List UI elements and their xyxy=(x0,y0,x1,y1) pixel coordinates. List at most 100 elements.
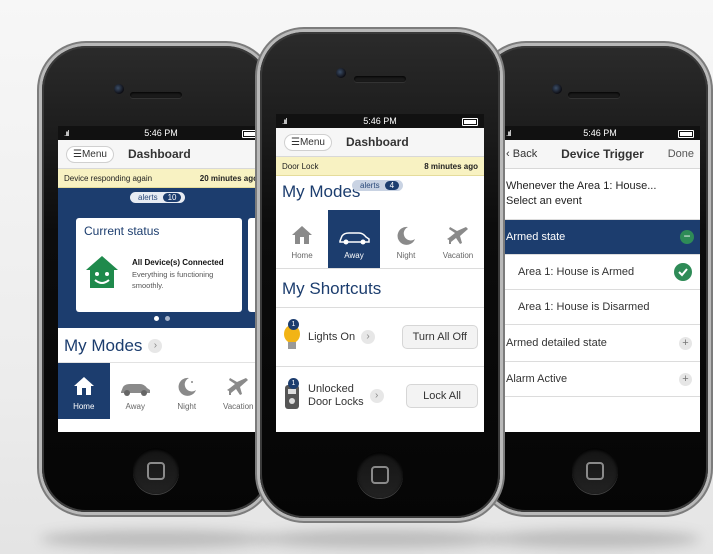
alert-time: 8 minutes ago xyxy=(424,161,478,171)
mode-home[interactable]: Home xyxy=(276,210,328,268)
alert-bar[interactable]: Device responding again 20 minutes ago xyxy=(58,169,264,188)
mode-label: Night xyxy=(396,251,416,260)
collapse-icon[interactable]: − xyxy=(680,230,694,244)
mode-night[interactable]: Night xyxy=(380,210,432,268)
home-icon xyxy=(292,226,312,244)
alerts-pill[interactable]: alerts 4 xyxy=(352,180,404,191)
alerts-pill[interactable]: alerts 10 xyxy=(130,192,186,203)
phone-center: .ııl 5:46 PM ☰Menu Dashboard Door Lock 8… xyxy=(260,32,500,518)
turn-all-off-button[interactable]: Turn All Off xyxy=(401,325,478,349)
earpiece xyxy=(354,76,406,82)
mode-label: Vacation xyxy=(442,251,474,260)
menu-label: Menu xyxy=(299,136,325,148)
menu-button[interactable]: ☰Menu xyxy=(66,145,114,163)
signal-icon: .ııl xyxy=(282,116,288,126)
home-icon xyxy=(73,377,94,395)
car-icon xyxy=(339,232,370,245)
modes-title: My Modes xyxy=(64,336,143,355)
alerts-label: alerts xyxy=(360,181,380,190)
back-label: Back xyxy=(512,148,538,160)
group-armed-detailed-state[interactable]: Armed detailed state + xyxy=(500,325,700,362)
option-label: Area 1: House is Armed xyxy=(518,266,635,278)
lock-all-button[interactable]: Lock All xyxy=(406,384,478,408)
screen-dashboard: .ııl 5:46 PM ☰Menu Dashboard Device resp… xyxy=(58,126,264,432)
mode-label: Home xyxy=(73,402,95,411)
plane-icon xyxy=(447,227,468,244)
front-camera xyxy=(552,84,562,94)
status-time: 5:46 PM xyxy=(583,128,617,138)
screen-dashboard-shortcuts: .ııl 5:46 PM ☰Menu Dashboard Door Lock 8… xyxy=(276,114,484,432)
page-title: Device Trigger xyxy=(561,147,644,161)
shortcuts-header: My Shortcuts xyxy=(276,269,484,308)
page-title: Dashboard xyxy=(345,135,409,149)
battery-icon xyxy=(678,130,694,138)
shortcut-info[interactable]: 1 Lights On › xyxy=(282,319,376,352)
chevron-right-icon: › xyxy=(369,389,384,403)
group-alarm-active[interactable]: Alarm Active + xyxy=(500,362,700,397)
plus-icon[interactable]: + xyxy=(679,336,692,350)
shortcut-badge: 1 xyxy=(288,378,299,389)
check-circle-icon xyxy=(674,263,692,281)
mode-label: Vacation xyxy=(222,402,254,411)
back-button[interactable]: ‹ Back xyxy=(506,148,537,160)
shortcut-door-locks: 1 Unlocked Door Locks › Lock All xyxy=(276,367,484,425)
home-button[interactable] xyxy=(572,448,618,494)
mode-label: Home xyxy=(291,251,313,260)
phone-shadow xyxy=(260,530,500,548)
status-time: 5:46 PM xyxy=(363,116,397,126)
shortcut-label: Unlocked Door Locks xyxy=(308,383,364,409)
modes-row: Home Away Night Vacation xyxy=(58,362,264,419)
group-label: Armed detailed state xyxy=(506,337,607,349)
group-label: Armed state xyxy=(506,231,566,243)
status-bar: .ııl 5:46 PM xyxy=(276,114,484,128)
group-label: Alarm Active xyxy=(506,373,568,385)
mode-away[interactable]: Away xyxy=(110,363,162,419)
alert-bar[interactable]: Door Lock 8 minutes ago xyxy=(276,157,484,176)
shortcut-label-line2: Door Locks xyxy=(308,396,364,408)
alerts-count: 4 xyxy=(384,181,400,190)
chevron-left-icon: ‹ xyxy=(506,148,513,160)
status-card[interactable]: Current status All Device(s) Connected E… xyxy=(76,218,242,312)
chevron-right-icon: › xyxy=(361,330,376,344)
mode-vacation[interactable]: Vacation xyxy=(213,363,265,419)
alert-message: Door Lock xyxy=(282,161,319,171)
mode-away[interactable]: Away xyxy=(328,210,380,268)
chevron-right-icon: › xyxy=(148,339,163,353)
option-label: Area 1: House is Disarmed xyxy=(518,301,650,313)
group-armed-state[interactable]: Armed state − xyxy=(500,220,700,255)
modes-row: Home Away Night Vacation xyxy=(276,210,484,269)
moon-icon xyxy=(397,226,415,245)
shortcut-info[interactable]: 1 Unlocked Door Locks › xyxy=(282,378,384,411)
battery-icon xyxy=(462,118,478,126)
page-dot[interactable] xyxy=(165,316,170,321)
phone-shadow xyxy=(490,530,700,548)
shortcut-label: Lights On xyxy=(308,331,356,343)
option-disarmed[interactable]: Area 1: House is Disarmed xyxy=(500,290,700,325)
done-button[interactable]: Done xyxy=(668,148,694,160)
menu-button[interactable]: ☰Menu xyxy=(284,133,332,151)
status-headline: All Device(s) Connected xyxy=(132,258,224,267)
phone-shadow xyxy=(40,530,270,548)
modes-section: My Modes alerts 4 xyxy=(276,176,484,210)
alert-time: 20 minutes ago xyxy=(199,173,258,183)
battery-icon xyxy=(242,130,258,138)
home-button[interactable] xyxy=(357,452,403,498)
mode-label: Night xyxy=(177,402,197,411)
plane-icon xyxy=(227,378,249,395)
menu-label: Menu xyxy=(81,148,107,160)
status-time: 5:46 PM xyxy=(144,128,178,138)
lock-icon: 1 xyxy=(282,378,302,411)
mode-night[interactable]: Night xyxy=(161,363,213,419)
option-armed[interactable]: Area 1: House is Armed xyxy=(500,255,700,290)
front-camera xyxy=(336,68,346,78)
mode-vacation[interactable]: Vacation xyxy=(432,210,484,268)
modes-header[interactable]: My Modes › xyxy=(64,336,258,356)
status-detail: Everything is functioning smoothly. xyxy=(132,270,214,290)
home-button[interactable] xyxy=(133,448,179,494)
plus-icon[interactable]: + xyxy=(679,372,692,386)
mode-home[interactable]: Home xyxy=(58,363,110,419)
lightbulb-icon: 1 xyxy=(282,319,302,352)
mode-label: Away xyxy=(344,251,364,260)
phone-left: .ııl 5:46 PM ☰Menu Dashboard Device resp… xyxy=(42,46,270,512)
page-dot-active[interactable] xyxy=(154,316,159,321)
